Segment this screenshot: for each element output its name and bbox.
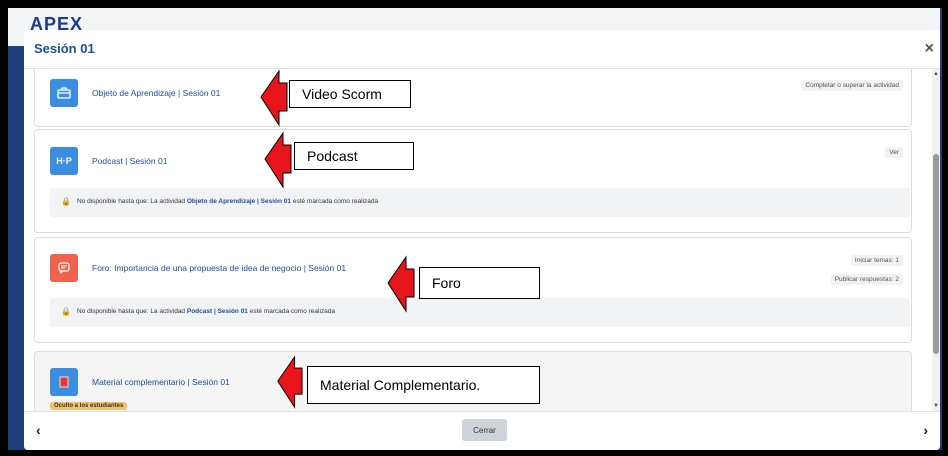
arrow-left-icon — [277, 355, 303, 409]
activity-modal: Sesión 01 × Objeto de Aprendizaje | Sesi… — [24, 30, 940, 450]
modal-title: Sesión 01 — [34, 41, 95, 56]
screenshot-frame — [942, 0, 948, 456]
previous-activity-button[interactable]: ‹ — [36, 422, 41, 438]
activity-link[interactable]: Material complementario | Sesión 01 — [92, 377, 230, 387]
scrollbar[interactable]: ▲ ▼ — [932, 69, 940, 411]
annotation-label: Material Complementario. — [307, 366, 540, 404]
package-icon — [50, 79, 78, 107]
scroll-up-icon[interactable]: ▲ — [933, 71, 939, 77]
completion-status: Publicar respuestas: 2 — [830, 274, 903, 285]
restriction-text: No disponible hasta que: La actividad Po… — [77, 308, 336, 315]
screenshot-frame — [0, 0, 948, 8]
activity-link[interactable]: Objeto de Aprendizaje | Sesión 01 — [92, 88, 220, 98]
screenshot-frame — [0, 0, 8, 456]
scroll-thumb[interactable] — [933, 154, 939, 354]
completion-status: Completar o superar la actividad — [801, 80, 903, 91]
annotation-label: Video Scorm — [289, 80, 411, 108]
completion-status: Ver — [885, 147, 903, 158]
forum-icon — [50, 254, 78, 282]
annotation-label: Podcast — [294, 142, 414, 170]
close-button[interactable]: Cerrar — [462, 419, 507, 441]
restriction-text: No disponible hasta que: La actividad Ob… — [77, 198, 379, 205]
screenshot-frame — [0, 450, 948, 456]
arrow-left-icon — [264, 131, 292, 189]
scroll-down-icon[interactable]: ▼ — [933, 403, 939, 409]
file-icon — [50, 368, 78, 396]
completion-status: Iniciar temas: 1 — [850, 255, 903, 266]
annotation-label: Foro — [419, 267, 540, 299]
close-icon[interactable]: × — [925, 40, 934, 58]
restriction-notice: 🔒 No disponible hasta que: La actividad … — [50, 298, 910, 327]
arrow-left-icon — [260, 69, 288, 127]
lock-icon: 🔒 — [61, 197, 71, 206]
modal-body[interactable]: Objeto de Aprendizaje | Sesión 01 Comple… — [24, 69, 940, 411]
activity-card-scorm: Objeto de Aprendizaje | Sesión 01 Comple… — [34, 69, 912, 127]
hidden-badge: Oculto a los estudiantes — [50, 402, 128, 410]
activity-link[interactable]: Podcast | Sesión 01 — [92, 156, 167, 166]
modal-header: Sesión 01 × — [24, 30, 940, 69]
modal-footer: ‹ Cerrar › — [24, 411, 940, 450]
h5p-icon: H·P — [50, 147, 78, 175]
restriction-notice: 🔒 No disponible hasta que: La actividad … — [50, 188, 910, 217]
lock-icon: 🔒 — [61, 307, 71, 316]
activity-card-podcast: H·P Podcast | Sesión 01 Ver 🔒 No disponi… — [34, 129, 912, 233]
activity-link[interactable]: Foro: Importancia de una propuesta de id… — [92, 263, 346, 273]
arrow-left-icon — [387, 255, 415, 313]
next-activity-button[interactable]: › — [923, 422, 928, 438]
